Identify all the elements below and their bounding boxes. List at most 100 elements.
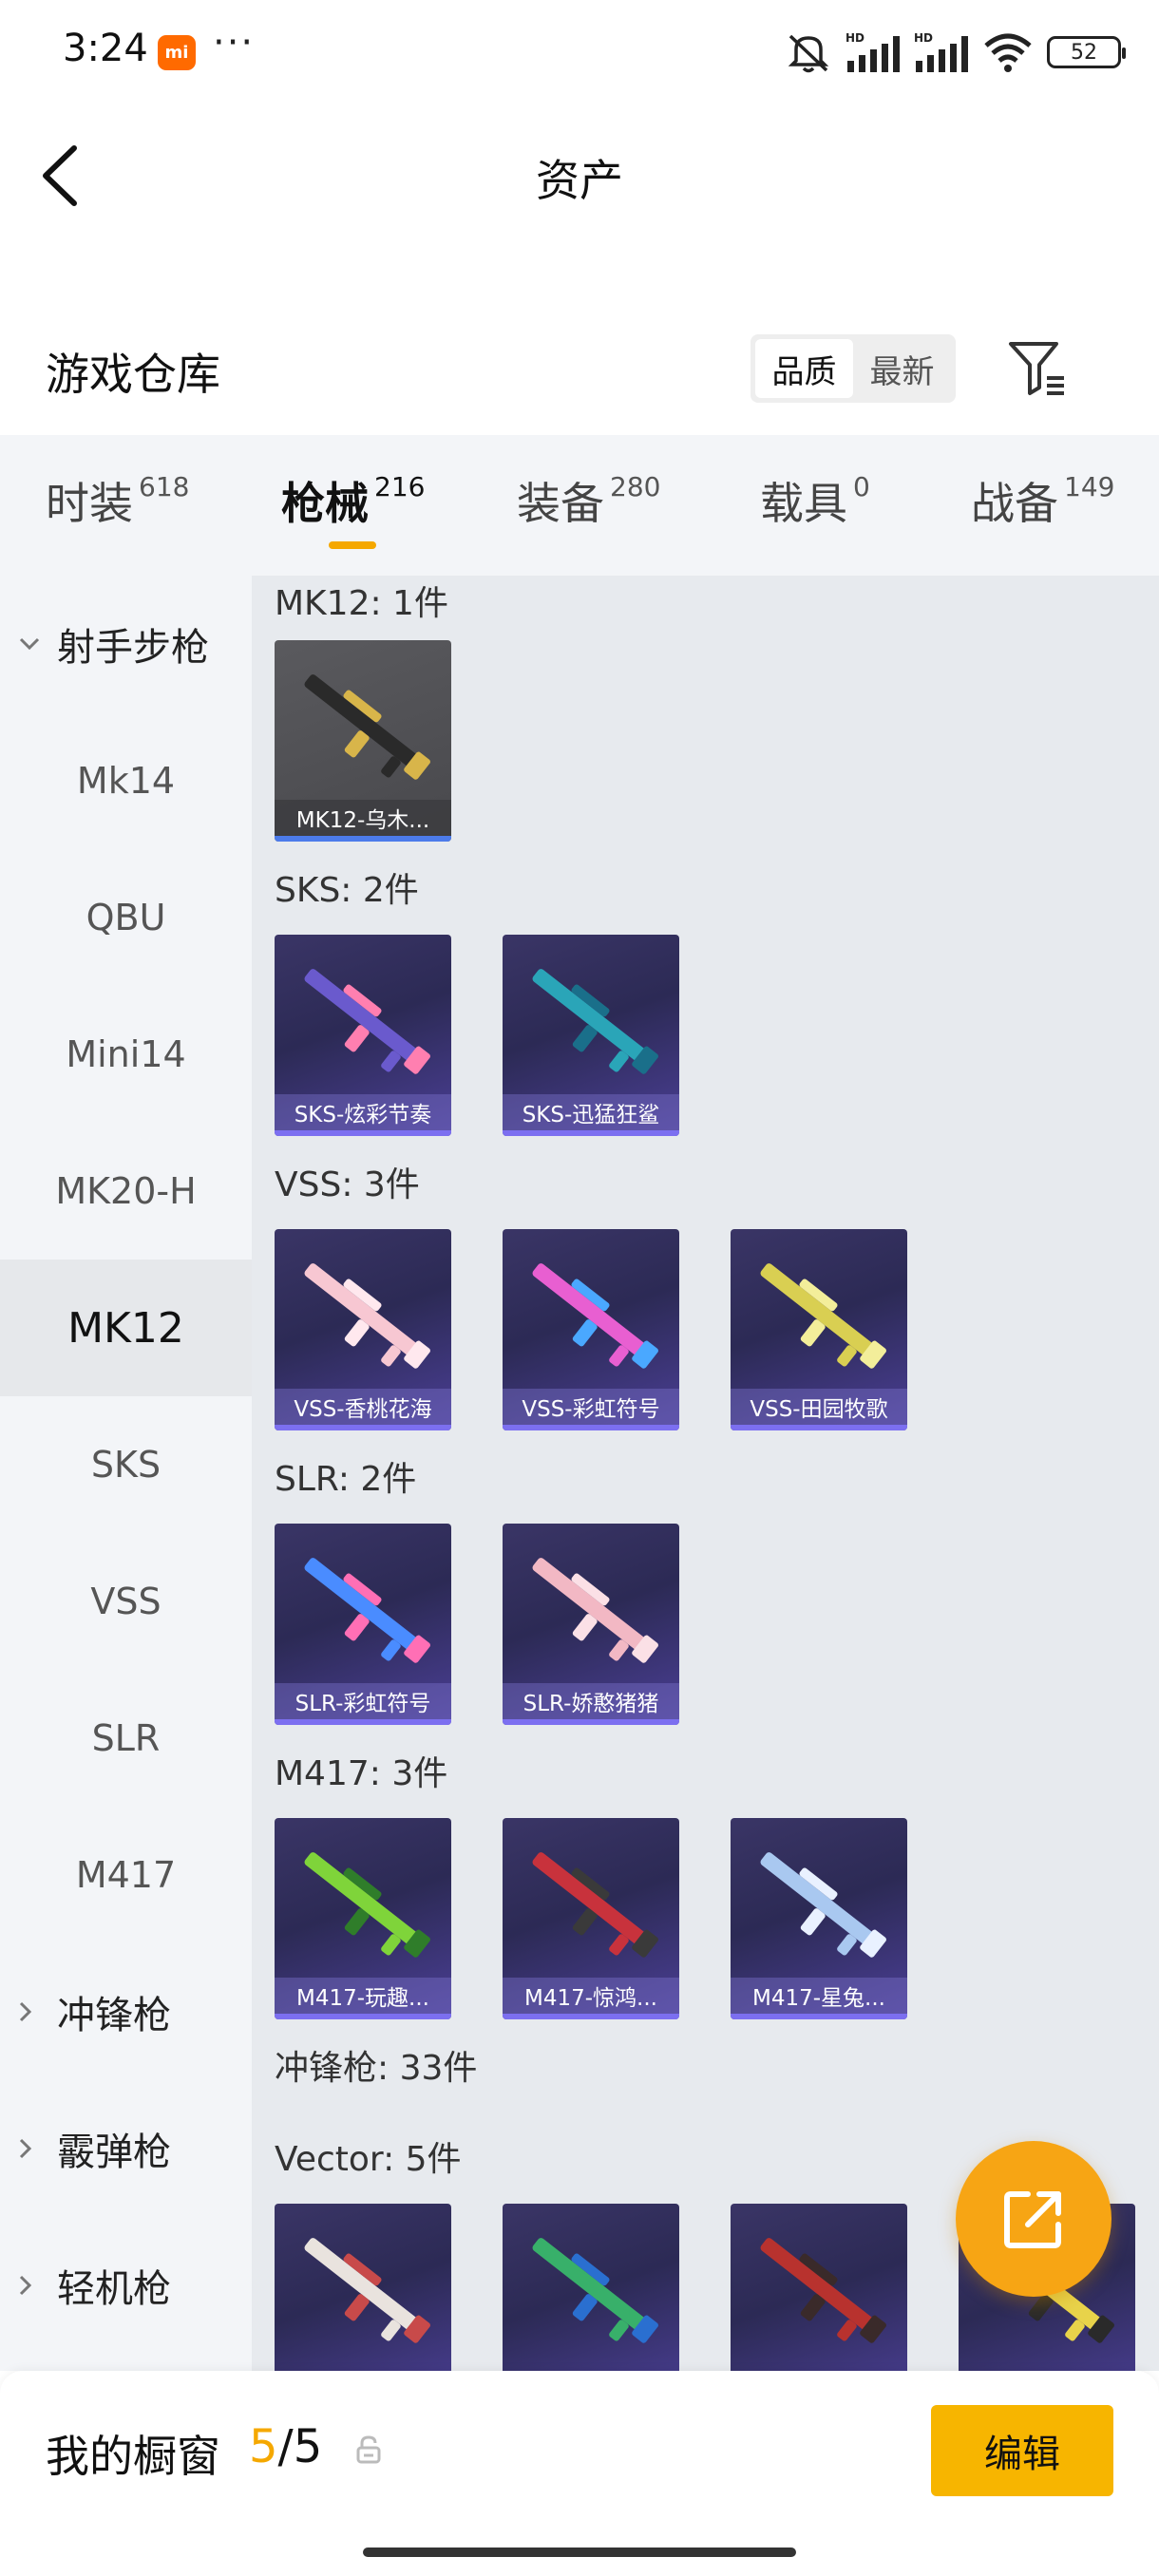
sidebar-item-mk12[interactable]: MK12 bbox=[0, 1260, 252, 1396]
chevron-right-icon bbox=[19, 2001, 40, 2022]
weapon-card[interactable] bbox=[503, 2204, 679, 2371]
gun-image bbox=[304, 2238, 430, 2343]
weapon-card[interactable]: M417-玩趣... bbox=[275, 1818, 451, 2019]
sidebar-item-mk14[interactable]: Mk14 bbox=[0, 712, 252, 849]
weapon-card[interactable]: SKS-迅猛狂鲨 bbox=[503, 935, 679, 1136]
sidebar-item-label: 轻机枪 bbox=[57, 2267, 171, 2311]
showcase-label: 我的橱窗 bbox=[46, 2431, 220, 2482]
gun-image bbox=[532, 2238, 658, 2343]
sidebar-item-label: MK20-H bbox=[55, 1170, 197, 1212]
sidebar-item-vss[interactable]: VSS bbox=[0, 1533, 252, 1670]
gun-image bbox=[532, 1263, 658, 1369]
share-button[interactable] bbox=[956, 2141, 1112, 2297]
weapon-grid: MK12: 1件 MK12-乌木... SKS: 2件 SKS-炫彩节奏 SKS… bbox=[252, 576, 1159, 2371]
weapon-name: VSS-彩虹符号 bbox=[503, 1389, 679, 1425]
showcase-count-current: 5 bbox=[249, 2420, 278, 2473]
showcase-bar: 我的橱窗 5/5 编辑 bbox=[0, 2371, 1159, 2576]
tab-equipment[interactable]: 装备 280 bbox=[517, 469, 660, 532]
weapon-name: SLR-彩虹符号 bbox=[275, 1683, 451, 1719]
gun-image bbox=[760, 1263, 886, 1369]
battery-level: 52 bbox=[1071, 40, 1097, 65]
wifi-icon bbox=[984, 33, 1032, 72]
rarity-bar bbox=[275, 2014, 451, 2019]
rarity-bar bbox=[275, 1719, 451, 1725]
tab-count: 618 bbox=[139, 471, 190, 502]
gun-image bbox=[304, 674, 430, 780]
sidebar-item-label: 霰弹枪 bbox=[57, 2131, 171, 2174]
sidebar-item-label: 射手步枪 bbox=[57, 626, 209, 670]
status-icons: HD HD 52 bbox=[785, 28, 1126, 76]
sidebar-item-mini14[interactable]: Mini14 bbox=[0, 986, 252, 1123]
svg-text:HD: HD bbox=[914, 31, 933, 45]
tab-label: 时装 bbox=[46, 478, 133, 529]
weapon-card[interactable]: VSS-彩虹符号 bbox=[503, 1229, 679, 1430]
weapon-name: M417-星兔... bbox=[731, 1978, 907, 2014]
weapon-card[interactable]: SLR-娇憨猪猪 bbox=[503, 1524, 679, 1725]
sidebar-item-label: Mini14 bbox=[66, 1033, 186, 1075]
weapon-type-sidebar: 射手步枪 Mk14 QBU Mini14 MK20-H MK12 SKS VSS… bbox=[0, 576, 252, 2371]
sidebar-item-label: 冲锋枪 bbox=[57, 1994, 171, 2037]
tab-supplies[interactable]: 战备 149 bbox=[971, 469, 1114, 532]
weapon-card[interactable]: MK12-乌木... bbox=[275, 640, 451, 842]
tab-label: 战备 bbox=[971, 478, 1058, 529]
page-title: 资产 bbox=[536, 155, 623, 206]
sidebar-item-label: SKS bbox=[90, 1444, 162, 1486]
chevron-right-icon bbox=[19, 2275, 40, 2296]
weapon-name: VSS-田园牧歌 bbox=[731, 1389, 907, 1425]
rarity-bar bbox=[731, 2014, 907, 2019]
category-tabs: 时装 618 枪械 216 装备 280 载具 0 战备 149 bbox=[0, 435, 1159, 576]
gun-image bbox=[304, 1852, 430, 1958]
section-title-m417: M417: 3件 bbox=[275, 1754, 448, 1793]
tab-vehicles[interactable]: 载具 0 bbox=[760, 469, 870, 532]
sidebar-item-sks[interactable]: SKS bbox=[0, 1396, 252, 1533]
group-summary-smg: 冲锋枪: 33件 bbox=[275, 2049, 478, 2088]
weapon-card[interactable]: SLR-彩虹符号 bbox=[275, 1524, 451, 1725]
sidebar-item-m417[interactable]: M417 bbox=[0, 1807, 252, 1943]
tab-firearms[interactable]: 枪械 216 bbox=[281, 469, 425, 532]
sidebar-item-qbu[interactable]: QBU bbox=[0, 849, 252, 986]
sort-quality-button[interactable]: 品质 bbox=[755, 339, 853, 398]
weapon-card[interactable]: SKS-炫彩节奏 bbox=[275, 935, 451, 1136]
weapon-card[interactable] bbox=[275, 2204, 451, 2371]
rarity-bar bbox=[275, 1425, 451, 1430]
weapon-name: M417-玩趣... bbox=[275, 1978, 451, 2014]
signal-hd-icon-2: HD bbox=[914, 31, 968, 72]
sidebar-group-lmg[interactable]: 轻机枪 bbox=[0, 2217, 252, 2354]
sidebar-item-mk20h[interactable]: MK20-H bbox=[0, 1123, 252, 1260]
sort-latest-button[interactable]: 最新 bbox=[853, 339, 951, 398]
showcase-count-separator: / bbox=[277, 2420, 294, 2473]
weapon-card[interactable]: M417-惊鸿... bbox=[503, 1818, 679, 2019]
rarity-bar bbox=[275, 1130, 451, 1136]
tab-label: 枪械 bbox=[281, 478, 369, 529]
home-indicator bbox=[363, 2548, 796, 2557]
weapon-card[interactable] bbox=[731, 2204, 907, 2371]
more-notifications-icon: ··· bbox=[213, 21, 256, 65]
sidebar-item-label: M417 bbox=[75, 1854, 177, 1896]
battery-icon: 52 bbox=[1047, 36, 1126, 68]
svg-text:HD: HD bbox=[846, 31, 864, 45]
weapon-card[interactable]: VSS-香桃花海 bbox=[275, 1229, 451, 1430]
gun-image bbox=[304, 1263, 430, 1369]
gun-image bbox=[304, 1558, 430, 1663]
mute-icon bbox=[788, 34, 829, 73]
gun-image bbox=[304, 969, 430, 1074]
weapon-card[interactable]: VSS-田园牧歌 bbox=[731, 1229, 907, 1430]
app-root: 3:24 mi ··· HD HD 52 资产 游戏仓库 品质 最新 时装 61… bbox=[0, 0, 1159, 2576]
sidebar-item-label: Mk14 bbox=[76, 760, 176, 802]
weapon-card[interactable]: M417-星兔... bbox=[731, 1818, 907, 2019]
weapon-name: SKS-迅猛狂鲨 bbox=[503, 1094, 679, 1130]
tab-fashion[interactable]: 时装 618 bbox=[46, 469, 189, 532]
sidebar-item-label: QBU bbox=[86, 897, 166, 938]
sidebar-group-marksman-rifle[interactable]: 射手步枪 bbox=[0, 576, 252, 712]
gun-image bbox=[532, 1852, 658, 1958]
sidebar-item-slr[interactable]: SLR bbox=[0, 1670, 252, 1807]
gun-image bbox=[760, 1852, 886, 1958]
weapon-name: M417-惊鸿... bbox=[503, 1978, 679, 2014]
edit-button[interactable]: 编辑 bbox=[931, 2405, 1113, 2496]
sidebar-group-shotgun[interactable]: 霰弹枪 bbox=[0, 2080, 252, 2217]
status-time: 3:24 bbox=[63, 27, 148, 70]
sidebar-group-smg[interactable]: 冲锋枪 bbox=[0, 1943, 252, 2080]
weapon-name: SLR-娇憨猪猪 bbox=[503, 1683, 679, 1719]
section-title-sks: SKS: 2件 bbox=[275, 871, 419, 910]
filter-button[interactable] bbox=[1005, 338, 1072, 399]
